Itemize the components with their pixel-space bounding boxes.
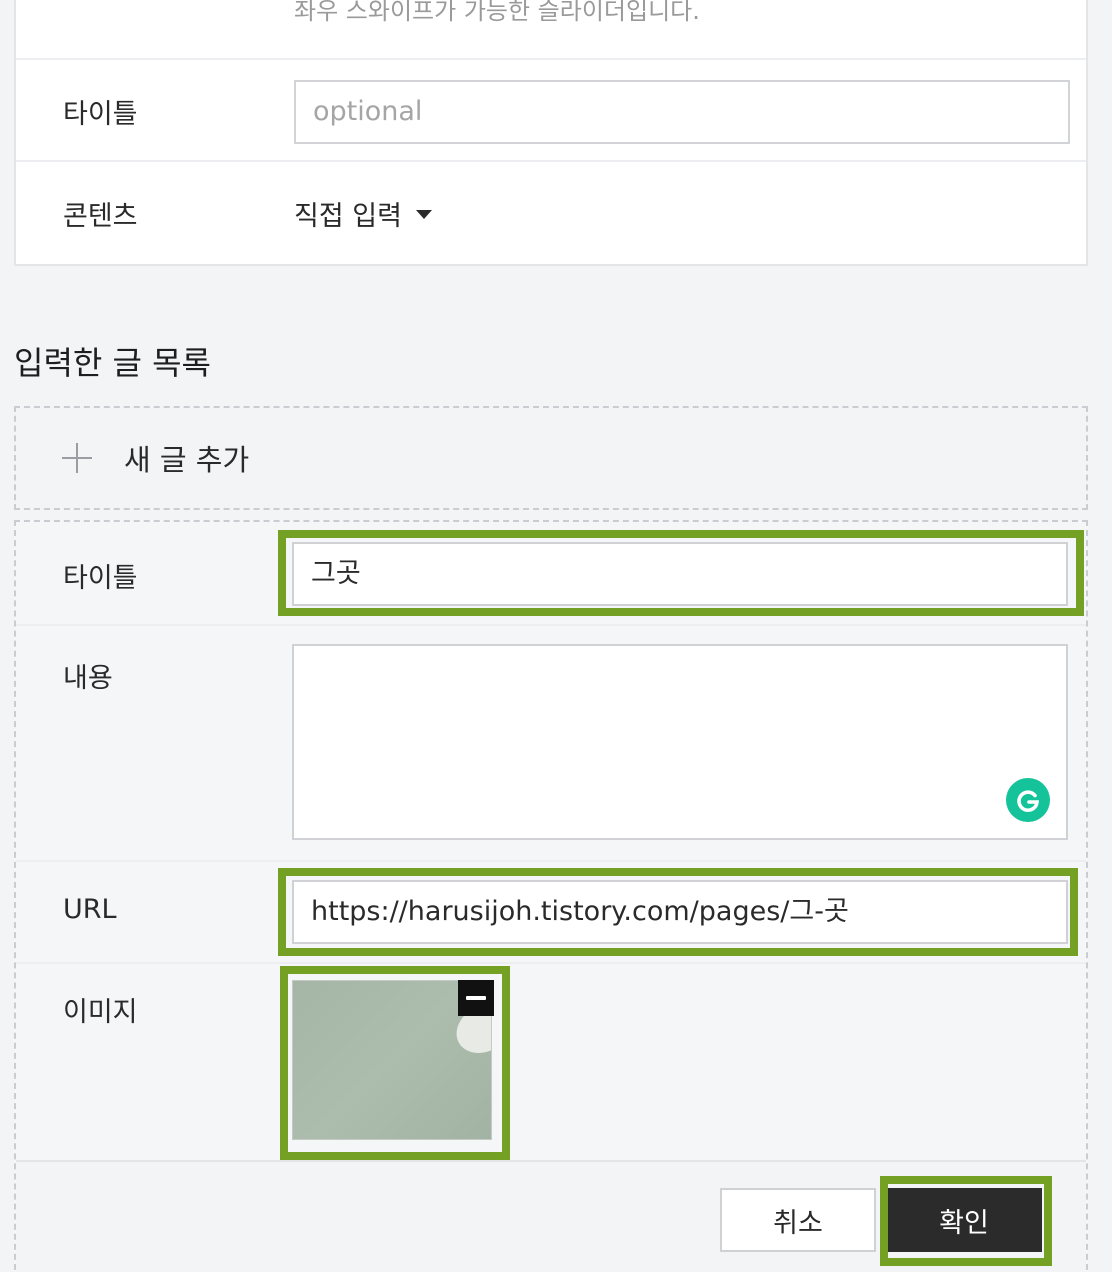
content-source-select[interactable]: 직접 입력 — [294, 194, 432, 233]
highlight-box — [280, 966, 510, 1160]
cancel-button[interactable]: 취소 — [720, 1188, 876, 1252]
highlight-box — [880, 1176, 1052, 1266]
editor-title-label: 타이틀 — [63, 563, 138, 594]
editor-url-label: URL — [63, 894, 117, 925]
content-source-value: 직접 입력 — [294, 201, 402, 232]
editor-content-label: 내용 — [63, 663, 113, 694]
highlight-box — [278, 868, 1078, 956]
caret-down-icon — [415, 210, 432, 219]
title-label: 타이틀 — [63, 99, 138, 130]
divider — [16, 58, 1086, 60]
plus-icon — [62, 443, 92, 473]
editor-image-label: 이미지 — [63, 997, 138, 1028]
divider — [16, 160, 1086, 162]
post-editor: 타이틀 그곳 내용 URL https://harusijoh.tistory.… — [14, 520, 1088, 1272]
title-input[interactable]: optional — [294, 80, 1070, 144]
highlight-box — [278, 530, 1084, 616]
content-label: 콘텐츠 — [63, 201, 138, 232]
add-post-label: 새 글 추가 — [124, 443, 250, 477]
section-title: 입력한 글 목록 — [14, 344, 211, 382]
grammarly-icon[interactable] — [1006, 778, 1050, 822]
editor-content-textarea[interactable] — [292, 644, 1068, 840]
settings-card: 좌우 스와이프가 가능한 슬라이더입니다. 타이틀 optional 콘텐츠 직… — [14, 0, 1088, 266]
add-post-button[interactable]: 새 글 추가 — [14, 406, 1088, 510]
editor-footer: 취소 확인 — [16, 1160, 1086, 1272]
slider-hint: 좌우 스와이프가 가능한 슬라이더입니다. — [294, 0, 700, 25]
